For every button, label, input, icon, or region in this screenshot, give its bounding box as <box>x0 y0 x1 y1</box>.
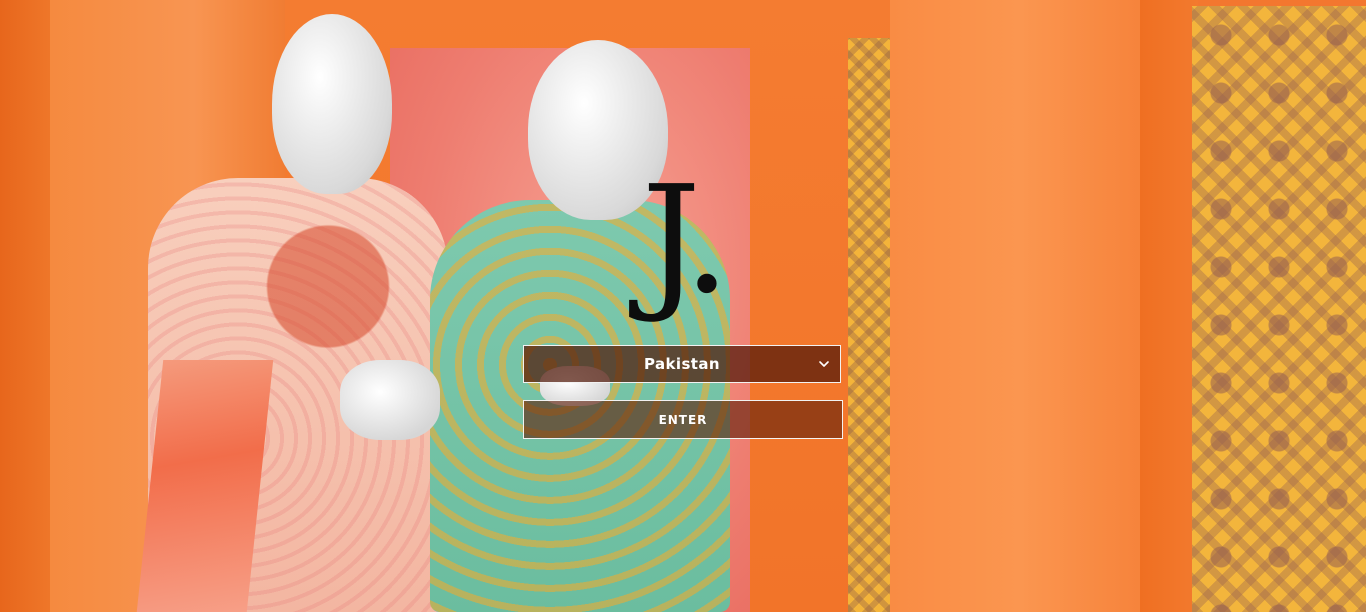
brand-logo: J. <box>641 154 731 326</box>
background-pillar <box>890 0 1150 612</box>
chevron-down-icon <box>819 361 829 367</box>
country-select-value: Pakistan <box>644 355 720 373</box>
background-patterned-panel-left <box>848 38 890 612</box>
background-patterned-panel-right <box>1192 6 1366 612</box>
country-select[interactable]: Pakistan <box>523 345 841 383</box>
mannequin-left-hands <box>340 360 440 440</box>
background-pillar-shadow <box>1140 0 1198 612</box>
mannequin-left-head <box>272 14 392 194</box>
splash-page: J. Pakistan ENTER <box>0 0 1366 612</box>
enter-button[interactable]: ENTER <box>523 400 843 439</box>
